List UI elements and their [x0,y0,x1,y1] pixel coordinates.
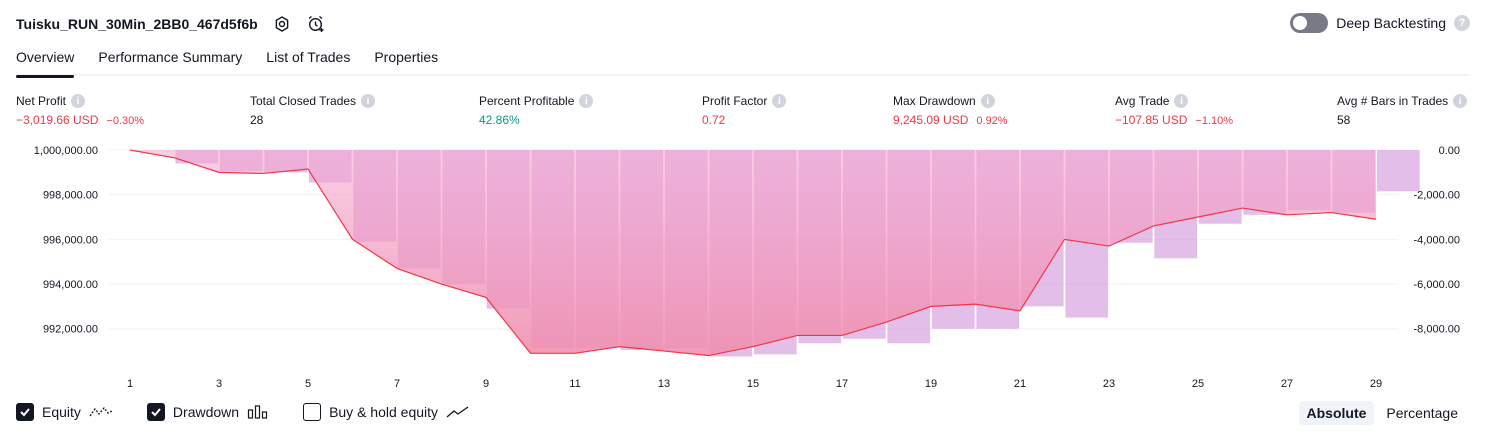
legend-drawdown[interactable]: Drawdown [146,403,269,421]
line-icon [446,405,470,419]
info-icon[interactable]: i [772,94,787,108]
metric-profit-factor: Profit Factor i 0.72 [702,93,787,127]
metric-label: Total Closed Trades [250,94,357,108]
metric-avg-bars-in-trades: Avg # Bars in Trades i 58 [1337,93,1468,127]
right-axis-tick-label: 0.00 [1439,145,1460,157]
metric-label: Max Drawdown [893,94,976,108]
metric-net-profit: Net Profit i −3,019.66 USD −0.30% [16,93,144,127]
info-icon[interactable]: i [1174,94,1189,108]
metric-label: Profit Factor [702,94,768,108]
right-axis-tick-label: -2,000.00 [1414,190,1460,202]
metric-label: Percent Profitable [479,94,575,108]
right-axis-tick-label: -8,000.00 [1414,324,1460,336]
x-axis-tick-label: 17 [836,378,848,390]
metric-max-drawdown: Max Drawdown i 9,245.09 USD 0.92% [893,93,1008,127]
metric-avg-trade: Avg Trade i −107.85 USD −1.10% [1115,93,1233,127]
drawdown-checkbox[interactable] [146,403,165,421]
strategy-settings-button[interactable] [272,14,292,34]
x-axis-tick-label: 5 [305,378,311,390]
legend-buy-hold-equity[interactable]: Buy & hold equity [303,403,470,421]
equity-checkbox[interactable] [16,403,34,421]
legend-drawdown-label: Drawdown [172,404,240,420]
value-mode-switch: Absolute Percentage [1298,401,1467,425]
x-axis-tick-label: 9 [483,378,489,390]
dashed-line-icon [89,405,113,419]
deep-backtesting-label: Deep Backtesting [1336,15,1446,31]
deep-backtesting-toggle[interactable] [1290,13,1329,33]
add-alert-button[interactable] [306,14,326,34]
absolute-button[interactable]: Absolute [1298,401,1375,425]
x-axis-tick-label: 15 [747,378,759,390]
legend-equity[interactable]: Equity [16,403,113,421]
strategy-title: Tuisku_RUN_30Min_2BB0_467d5f6b [16,16,258,32]
metric-value: −107.85 USD [1115,113,1188,127]
x-axis-tick-label: 23 [1103,378,1115,390]
metric-value: 9,245.09 USD [893,113,969,127]
x-axis-tick-label: 7 [394,378,400,390]
help-icon[interactable]: ? [1454,15,1470,31]
x-axis-tick-label: 11 [569,378,580,390]
drawdown-bar[interactable] [1376,150,1420,192]
metric-percent-profitable: Percent Profitable i 42.86% [479,93,594,127]
buy-hold-checkbox[interactable] [303,403,322,421]
x-axis-tick-label: 25 [1192,378,1204,390]
toggle-knob [1293,16,1308,30]
metric-label: Avg Trade [1115,94,1170,108]
x-axis-tick-label: 21 [1014,378,1026,390]
metric-value: 42.86% [479,113,520,127]
metric-value: 58 [1337,113,1351,127]
metric-value: −3,019.66 USD [16,113,99,127]
info-icon[interactable]: i [361,94,376,108]
percentage-button[interactable]: Percentage [1378,401,1466,425]
right-axis-tick-label: -6,000.00 [1414,279,1460,291]
metric-value: 28 [250,113,264,127]
strategy-header: Tuisku_RUN_30Min_2BB0_467d5f6b [16,12,326,36]
metric-value: 0.72 [702,113,726,127]
info-icon[interactable]: i [980,94,995,108]
right-axis-tick-label: -4,000.00 [1414,234,1460,246]
metric-sub-value: −1.10% [1195,115,1234,127]
metric-sub-value: −0.30% [106,115,145,127]
tab-properties[interactable]: Properties [374,46,438,76]
metric-sub-value: 0.92% [976,115,1008,127]
x-axis-tick-label: 13 [658,378,670,390]
left-axis-tick-label: 992,000.00 [43,324,98,336]
left-axis-tick-label: 994,000.00 [43,279,98,291]
left-axis-tick-label: 1,000,000.00 [34,145,98,157]
x-axis-tick-label: 3 [216,378,222,390]
left-axis-tick-label: 996,000.00 [43,234,98,246]
metric-label: Net Profit [16,94,67,108]
metric-total-closed-trades: Total Closed Trades i 28 [250,93,376,127]
deep-backtesting-control: Deep Backtesting ? [1290,13,1470,33]
info-icon[interactable]: i [71,94,86,108]
equity-drawdown-chart[interactable]: 1,000,000.00 998,000.00 996,000.00 994,000.… [0,138,1486,396]
chart-legend: Equity Drawdown Buy & hold equity [16,403,470,421]
info-icon[interactable]: i [579,94,594,108]
report-tabs: Overview Performance Summary List of Tra… [16,46,1470,78]
x-axis-tick-label: 19 [925,378,937,390]
x-axis-tick-label: 27 [1281,378,1293,390]
info-icon[interactable]: i [1453,94,1468,108]
legend-equity-label: Equity [42,404,81,420]
tab-performance-summary[interactable]: Performance Summary [98,46,242,76]
tab-overview[interactable]: Overview [16,46,75,78]
tab-list-of-trades[interactable]: List of Trades [266,46,350,76]
legend-buy-hold-label: Buy & hold equity [329,404,439,420]
x-axis-tick-label: 29 [1370,378,1382,390]
bars-icon [247,405,269,419]
checkmark-icon [151,408,161,417]
metric-label: Avg # Bars in Trades [1337,94,1449,108]
gear-icon [275,16,289,32]
checkmark-icon [20,408,30,417]
x-axis-tick-label: 1 [127,378,133,390]
alarm-add-icon [308,15,324,32]
left-axis-tick-label: 998,000.00 [43,190,98,202]
